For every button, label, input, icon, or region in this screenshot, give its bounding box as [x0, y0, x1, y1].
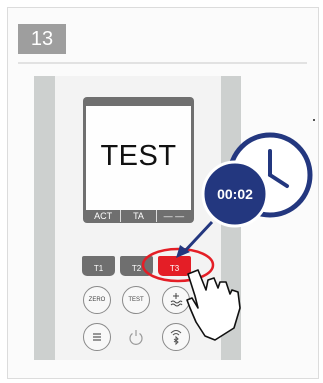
mark-dot [313, 119, 315, 121]
pointer-arrow [182, 220, 214, 254]
timer-readout: 00:02 [217, 186, 253, 202]
pressing-hand-icon [186, 269, 241, 341]
annotation-overlay [141, 132, 313, 341]
